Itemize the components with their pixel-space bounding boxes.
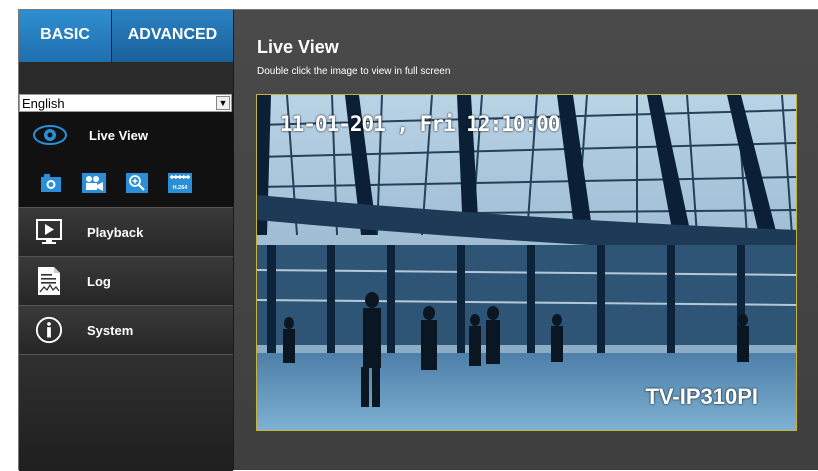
language-select-value: English — [22, 95, 65, 111]
playback-icon — [35, 218, 63, 246]
sidebar-empty-area — [19, 354, 233, 471]
nav-spacer — [19, 62, 233, 94]
video-frame-image — [257, 95, 796, 430]
language-select[interactable]: English ▼ — [19, 94, 232, 112]
zoom-icon[interactable] — [125, 172, 149, 194]
live-view-toolbar: H.264 — [39, 172, 192, 194]
codec-h264-icon[interactable]: H.264 — [168, 172, 192, 194]
sidebar-item-system[interactable]: System — [19, 305, 233, 354]
page-subtitle: Double click the image to view in full s… — [257, 66, 451, 77]
eye-icon — [33, 125, 67, 145]
sidebar-item-label: Log — [87, 273, 111, 289]
sidebar-item-label: Live View — [89, 127, 149, 143]
sidebar-item-label: Playback — [87, 224, 144, 240]
info-icon — [35, 316, 63, 344]
record-icon[interactable] — [82, 172, 106, 194]
codec-label: H.264 — [173, 185, 189, 191]
chevron-down-icon[interactable]: ▼ — [216, 96, 230, 110]
mode-tabs: BASIC ADVANCED — [19, 10, 233, 62]
video-timestamp: 11-01-201 , Fri 12:10:00 — [280, 112, 560, 136]
sidebar-item-live-view[interactable]: Live View H.264 — [19, 112, 233, 207]
sidebar-item-label: System — [87, 322, 134, 338]
page-title: Live View — [257, 37, 339, 57]
sidebar-item-playback[interactable]: Playback — [19, 207, 233, 256]
sidebar: BASIC ADVANCED English ▼ Live View H.264… — [19, 10, 243, 471]
live-video-feed[interactable]: 11-01-201 , Fri 12:10:00 TV-IP310PI — [256, 94, 797, 431]
snapshot-icon[interactable] — [39, 172, 63, 194]
app-frame: BASIC ADVANCED English ▼ Live View H.264… — [18, 9, 818, 471]
tab-advanced[interactable]: ADVANCED — [112, 10, 233, 62]
main-content: Live View Double click the image to view… — [234, 10, 818, 470]
log-icon — [35, 267, 63, 295]
sidebar-item-log[interactable]: Log — [19, 256, 233, 305]
tab-basic[interactable]: BASIC — [19, 10, 111, 62]
camera-name-overlay: TV-IP310PI — [645, 384, 758, 409]
